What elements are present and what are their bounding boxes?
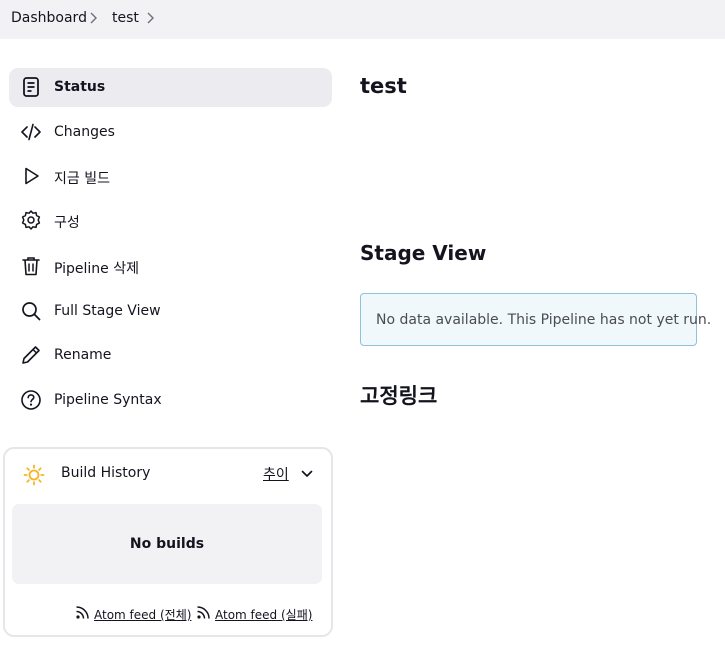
page-title: test [360, 74, 407, 98]
play-icon [20, 165, 42, 187]
no-builds-text: No builds [129, 536, 205, 552]
rss-icon [75, 605, 90, 623]
sidebar-item-pipeline-syntax[interactable]: Pipeline Syntax [9, 381, 332, 420]
trash-icon [20, 255, 42, 277]
build-history-panel: Build History 추이 No builds Atom feed (전체… [3, 447, 333, 637]
sidebar-item-build-now[interactable]: 지금 빌드 [9, 157, 332, 196]
atom-feed-all-label: Atom feed (전체) [94, 608, 192, 622]
permalinks-heading: 고정링크 [360, 384, 438, 408]
stage-view-info-box: No data available. This Pipeline has not… [360, 293, 711, 346]
build-history-empty-state: No builds [12, 504, 322, 584]
sidebar-item-label: Full Stage View [54, 303, 161, 319]
stage-view-message: No data available. This Pipeline has not… [376, 312, 712, 328]
sun-icon [23, 464, 45, 486]
gear-icon [20, 209, 42, 231]
sidebar-item-changes[interactable]: Changes [9, 113, 332, 152]
atom-feed-failed-label: Atom feed (실패) [215, 608, 313, 622]
breadcrumb-dashboard[interactable]: Dashboard [11, 10, 87, 26]
sidebar-item-label: Status [54, 79, 106, 95]
stage-view-heading: Stage View [360, 241, 487, 265]
sidebar-item-label: Changes [54, 124, 115, 140]
help-icon [20, 389, 42, 411]
chevron-right-icon[interactable] [146, 11, 156, 25]
breadcrumb-test[interactable]: test [112, 10, 139, 26]
trend-link[interactable]: 추이 [263, 464, 289, 484]
sidebar-item-status[interactable]: Status [9, 68, 332, 107]
sidebar-item-label: 구성 [54, 215, 80, 231]
pencil-icon [20, 344, 42, 366]
sidebar-item-rename[interactable]: Rename [9, 336, 332, 375]
rss-icon [196, 605, 211, 623]
chevron-down-icon[interactable] [300, 466, 314, 485]
code-icon [20, 121, 42, 143]
sidebar-item-label: Rename [54, 347, 112, 363]
build-history-title: Build History [61, 465, 151, 481]
chevron-right-icon [89, 11, 99, 25]
sidebar-item-full-stage-view[interactable]: Full Stage View [9, 292, 332, 331]
sidebar-item-configure[interactable]: 구성 [9, 201, 332, 240]
sidebar-item-label: Pipeline 삭제 [54, 261, 140, 277]
status-icon [20, 76, 42, 98]
search-icon [20, 300, 42, 322]
sidebar-item-delete-pipeline[interactable]: Pipeline 삭제 [9, 247, 332, 286]
sidebar-item-label: Pipeline Syntax [54, 392, 162, 408]
sidebar-item-label: 지금 빌드 [54, 171, 110, 187]
breadcrumb: Dashboard test [0, 0, 725, 39]
